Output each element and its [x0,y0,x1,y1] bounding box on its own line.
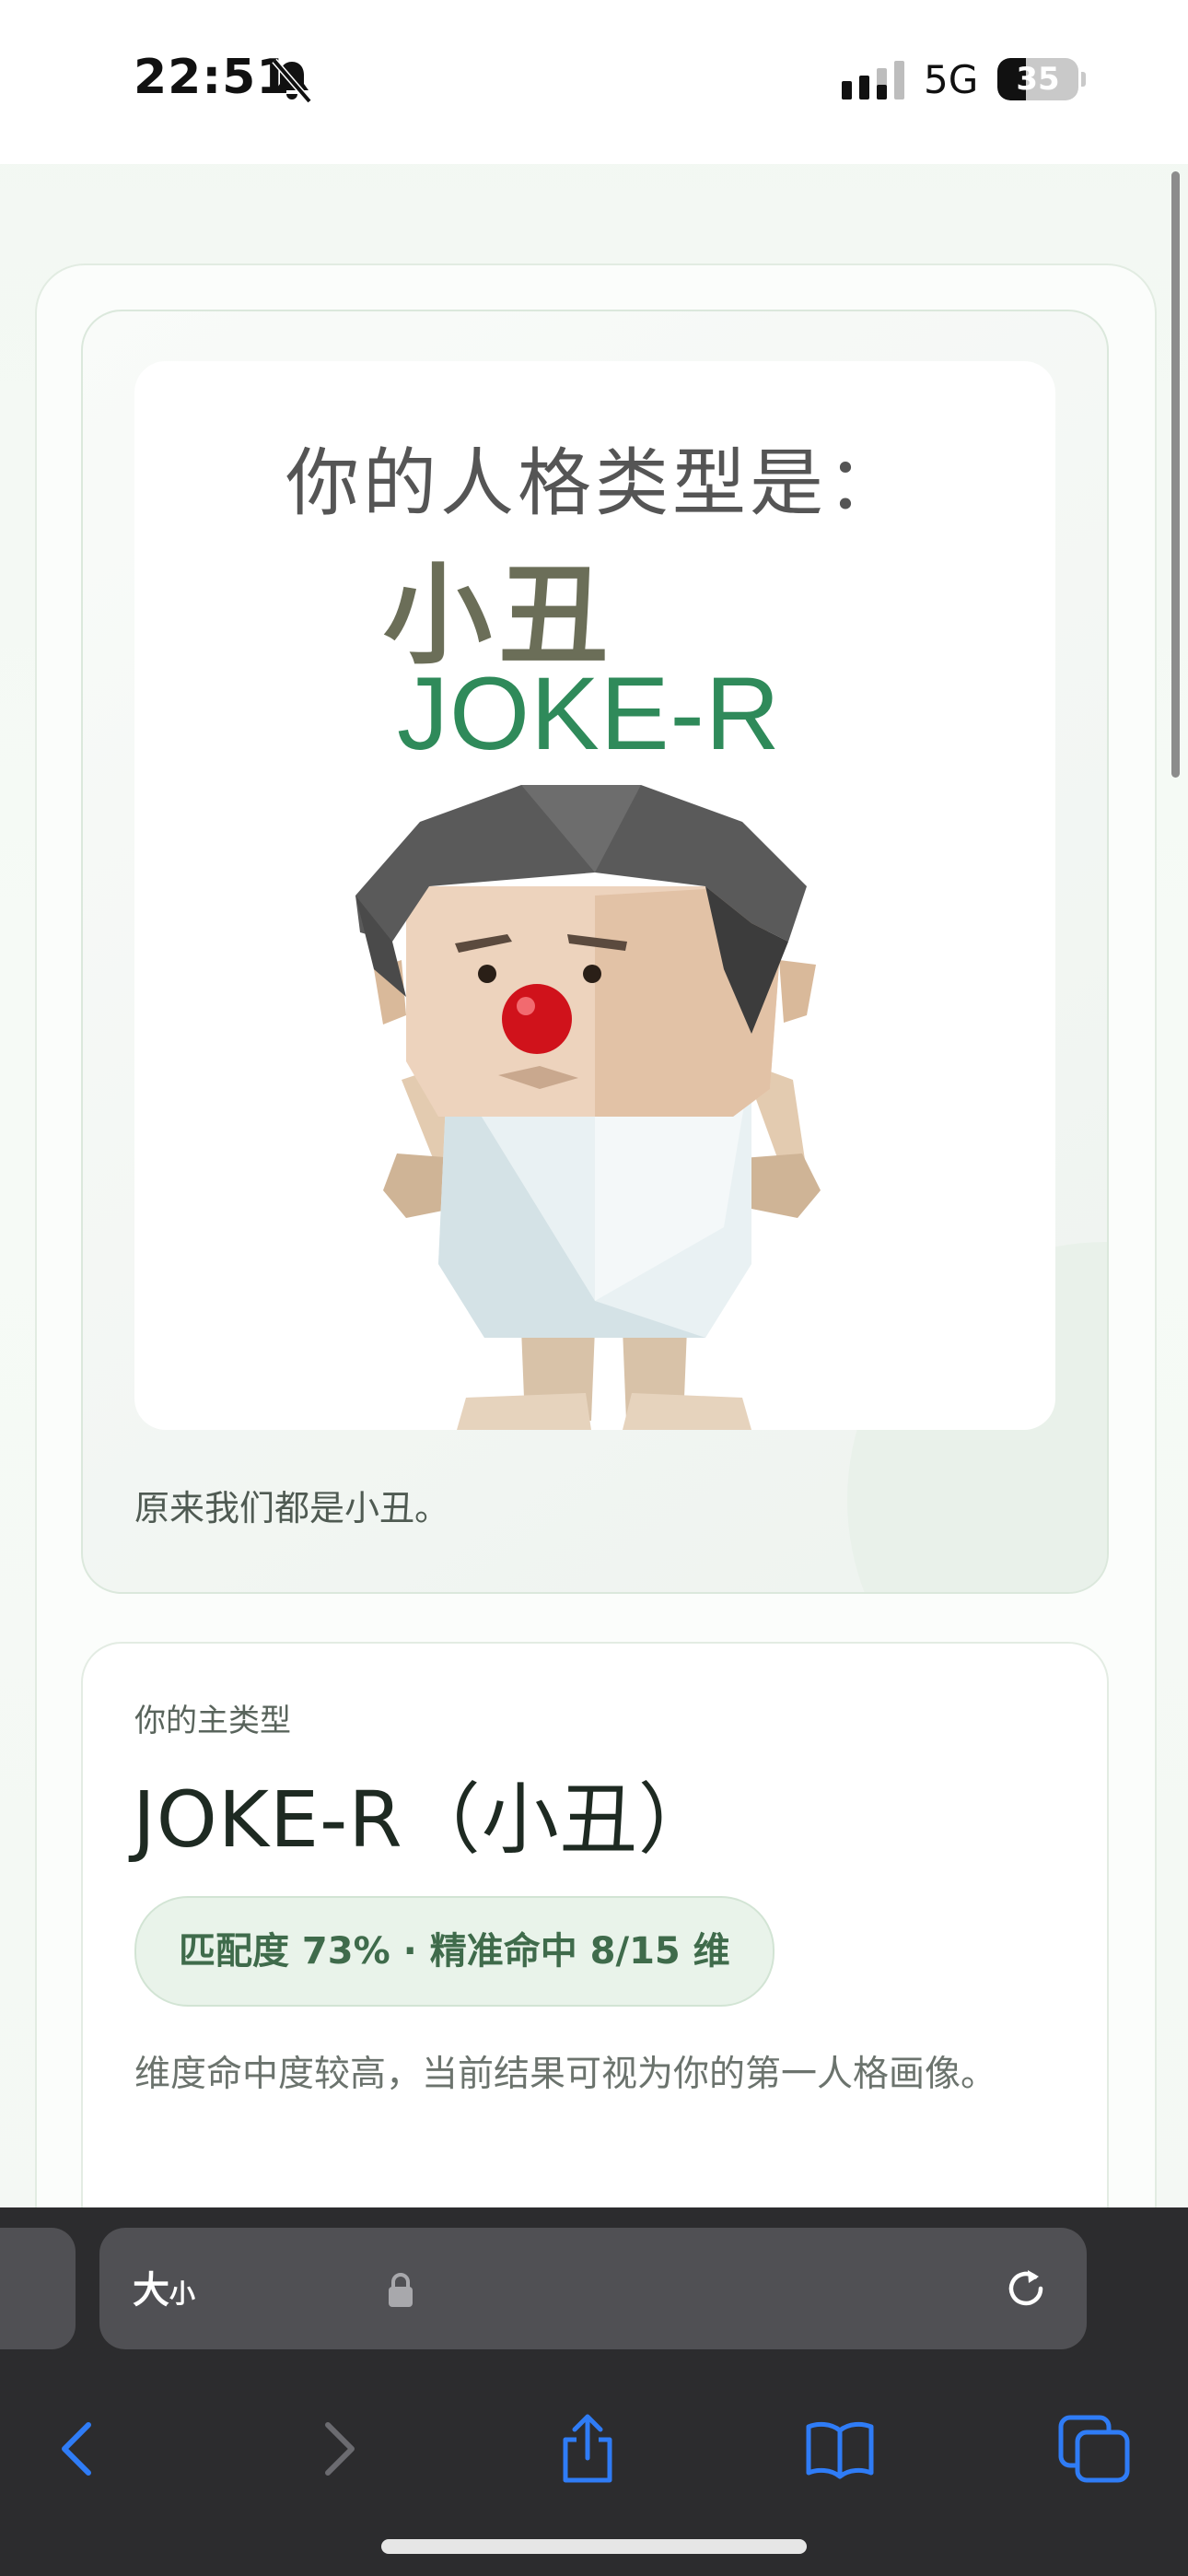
image-type-code: JOKE-R [397,656,781,771]
main-type-description: 维度命中度较高，当前结果可视为你的第一人格画像。 [134,2054,997,2095]
scrollbar[interactable] [1171,171,1180,778]
home-indicator[interactable] [381,2539,807,2554]
bell-slash-icon [272,58,312,104]
network-type: 5G [924,57,979,102]
match-score-badge: 匹配度 73% · 精准命中 8/15 维 [134,1896,775,2007]
battery-icon: 35 [997,58,1078,100]
lock-icon [389,2273,413,2307]
previous-tab-peek[interactable] [0,2228,76,2349]
text-size-small-label: 小 [169,2278,196,2309]
status-bar: 22:51 5G 35 [0,0,1188,164]
result-card: 你的人格类型是： 小丑 JOKE-R 原来我们都是小丑。 [81,310,1109,1594]
text-size-big-label: 大 [133,2269,169,2312]
battery-cap [1081,72,1086,87]
status-time: 22:51 [134,50,291,105]
clown-figure [355,785,821,1430]
reload-icon[interactable] [1000,2263,1052,2314]
back-icon[interactable] [52,2412,107,2486]
battery-level: 35 [1016,61,1060,98]
main-type-kicker: 你的主类型 [134,1703,291,1739]
cellular-signal-icon [842,61,904,100]
forward-icon[interactable] [309,2412,365,2486]
personality-result-image: 你的人格类型是： 小丑 JOKE-R [134,361,1055,1430]
share-icon[interactable] [551,2412,624,2486]
image-heading: 你的人格类型是： [285,440,904,526]
address-bar[interactable]: 大小 [99,2228,1087,2349]
text-size-button[interactable]: 大小 [133,2265,195,2316]
bookmarks-icon[interactable] [803,2412,877,2486]
main-type-title: JOKE-R（小丑） [133,1774,716,1865]
tabs-icon[interactable] [1055,2412,1133,2486]
browser-bottom-bar: 大小 [0,2207,1188,2576]
result-caption: 原来我们都是小丑。 [134,1488,450,1528]
